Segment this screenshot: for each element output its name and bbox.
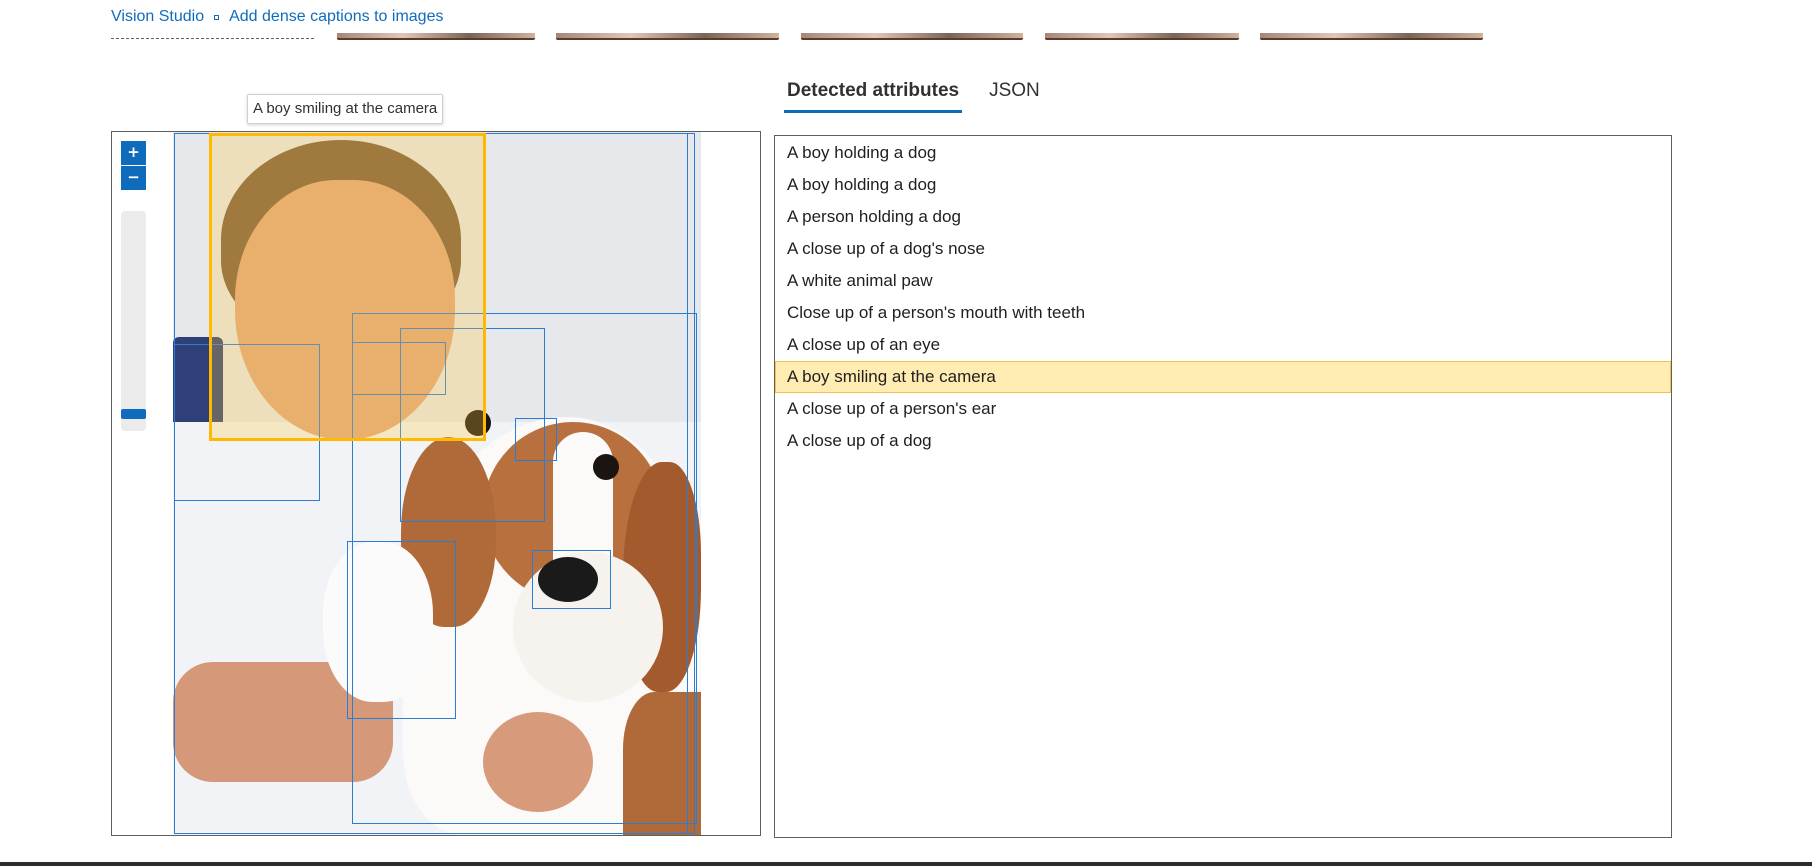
zoom-slider-handle[interactable] — [121, 409, 146, 419]
tab-detected-attributes[interactable]: Detected attributes — [784, 80, 963, 113]
caption-item[interactable]: Close up of a person's mouth with teeth — [775, 297, 1671, 329]
bottom-bar — [0, 862, 1812, 866]
breadcrumb-vision-studio[interactable]: Vision Studio — [111, 8, 204, 26]
image-viewer[interactable]: + − — [111, 131, 761, 836]
caption-item-selected[interactable]: A boy smiling at the camera — [775, 361, 1671, 393]
breadcrumb-separator-icon — [214, 14, 220, 20]
breadcrumb: Vision Studio Add dense captions to imag… — [111, 8, 443, 26]
breadcrumb-underline — [111, 38, 314, 39]
zoom-in-button[interactable]: + — [121, 141, 146, 165]
caption-item[interactable]: A close up of a person's ear — [775, 393, 1671, 425]
breadcrumb-add-dense-captions[interactable]: Add dense captions to images — [229, 8, 443, 26]
tab-json[interactable]: JSON — [986, 80, 1043, 113]
sample-image-thumbnail[interactable] — [556, 33, 779, 40]
caption-item[interactable]: A boy holding a dog — [775, 169, 1671, 201]
sample-image-thumbnail[interactable] — [1045, 33, 1239, 40]
result-tabs: Detected attributes JSON — [784, 80, 1067, 113]
bounding-box[interactable] — [515, 418, 557, 461]
detected-attributes-list: A boy holding a dog A boy holding a dog … — [774, 135, 1672, 838]
caption-item[interactable]: A white animal paw — [775, 265, 1671, 297]
caption-item[interactable]: A close up of a dog's nose — [775, 233, 1671, 265]
caption-item[interactable]: A boy holding a dog — [775, 137, 1671, 169]
bounding-box[interactable] — [347, 541, 456, 719]
caption-item[interactable]: A close up of an eye — [775, 329, 1671, 361]
zoom-out-button[interactable]: − — [121, 166, 146, 190]
caption-item[interactable]: A person holding a dog — [775, 201, 1671, 233]
analyzed-photo — [173, 132, 701, 835]
caption-item[interactable]: A close up of a dog — [775, 425, 1671, 457]
caption-tooltip: A boy smiling at the camera — [247, 94, 444, 124]
bounding-box[interactable] — [532, 550, 611, 609]
sample-image-thumbnail[interactable] — [337, 33, 535, 40]
zoom-slider-track[interactable] — [121, 211, 146, 431]
selected-bounding-box[interactable] — [209, 133, 486, 441]
sample-image-thumbnail[interactable] — [801, 33, 1023, 40]
sample-image-thumbnail[interactable] — [1260, 33, 1483, 40]
